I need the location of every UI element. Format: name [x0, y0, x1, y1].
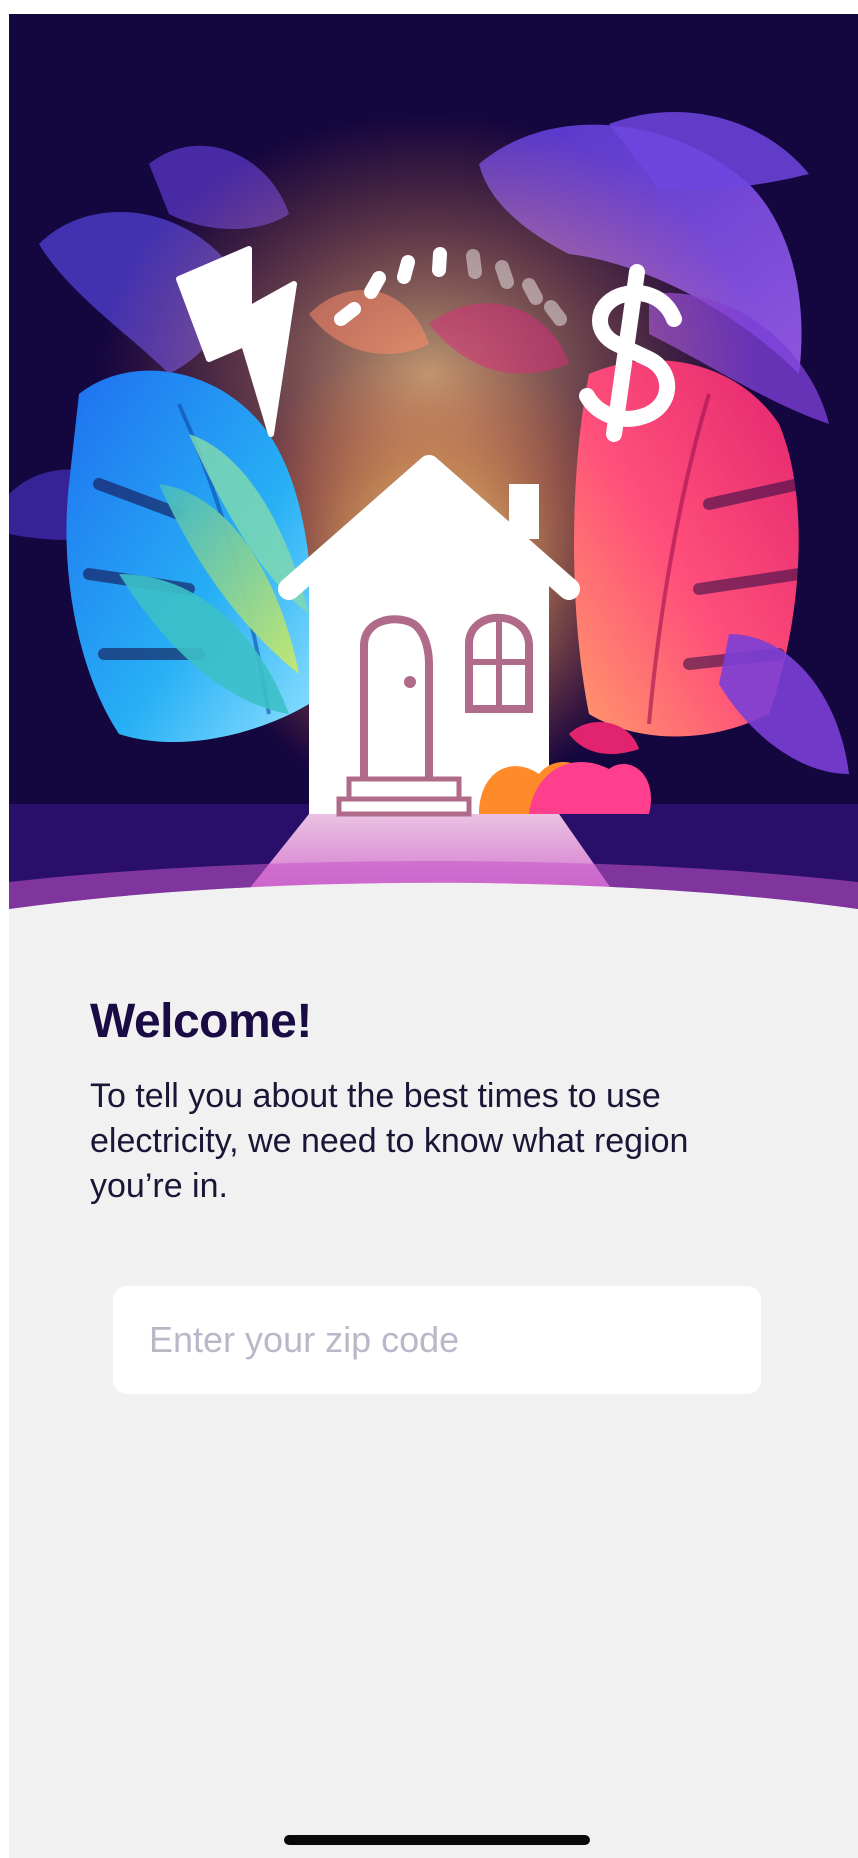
welcome-title: Welcome!	[90, 995, 312, 1048]
zip-code-input[interactable]	[113, 1286, 761, 1394]
hero-illustration	[9, 14, 858, 914]
welcome-message: To tell you about the best times to use …	[90, 1077, 689, 1205]
home-indicator-bar[interactable]	[284, 1835, 590, 1845]
onboarding-screen: Welcome! To tell you about the best time…	[9, 14, 858, 1858]
